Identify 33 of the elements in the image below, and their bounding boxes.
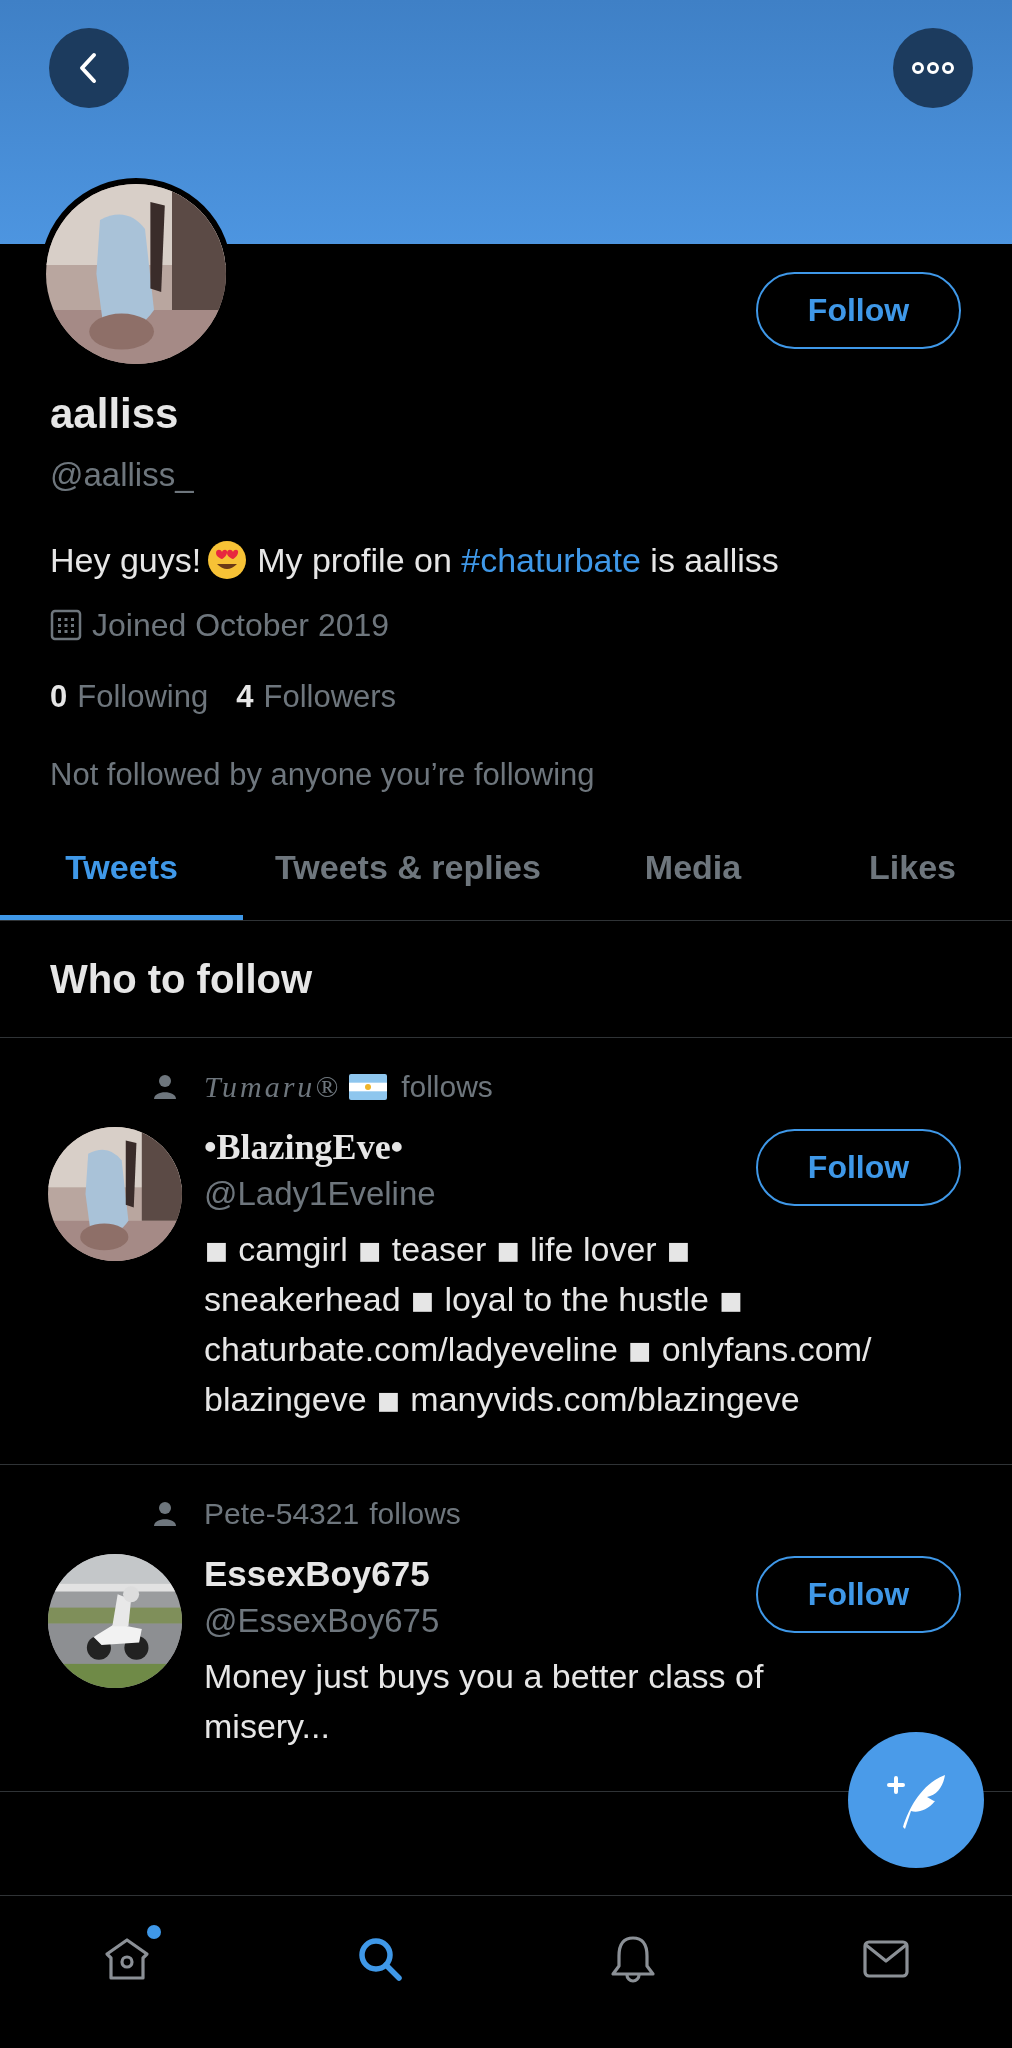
smiley-icon bbox=[207, 540, 248, 580]
followed-by-note: Not followed by anyone you’re following bbox=[50, 756, 596, 794]
profile-tab[interactable]: Tweets bbox=[0, 820, 243, 920]
profile-name: aalliss bbox=[50, 390, 180, 438]
follower-name[interactable]: Pete-54321 bbox=[204, 1497, 360, 1531]
user-name[interactable]: EssexBoy675 bbox=[204, 1552, 440, 1596]
profile-handle: @aalliss_ bbox=[50, 455, 195, 495]
follows-label: follows bbox=[401, 1070, 493, 1104]
profile-tab[interactable]: Likes bbox=[813, 820, 1012, 920]
calendar-icon bbox=[50, 609, 82, 641]
user-handle: @Lady1Eveline bbox=[204, 1174, 436, 1214]
user-name[interactable]: •BlazingEve• bbox=[204, 1125, 436, 1169]
follower-name[interactable]: Tumaru® bbox=[204, 1070, 342, 1104]
profile-tab[interactable]: Media bbox=[573, 820, 813, 920]
more-icon bbox=[911, 61, 955, 75]
follow-button[interactable]: Follow bbox=[756, 1556, 961, 1633]
profile-bio: Hey guys! My profile on #chaturbate is aalliss bbox=[50, 539, 780, 582]
following-label[interactable]: Following bbox=[77, 679, 209, 715]
following-count[interactable]: 0 bbox=[50, 679, 68, 715]
followers-label[interactable]: Followers bbox=[263, 679, 397, 715]
joined-date: Joined October 2019 bbox=[92, 606, 390, 644]
person-icon bbox=[154, 1075, 176, 1099]
profile-tab[interactable]: Tweets & replies bbox=[243, 820, 573, 920]
user-bio: Money just buys you a better class of misery... bbox=[204, 1656, 765, 1747]
person-icon bbox=[154, 1502, 176, 1526]
section-title: Who to follow bbox=[50, 956, 313, 1002]
follow-button[interactable]: Follow bbox=[756, 272, 961, 349]
user-handle: @EssexBoy675 bbox=[204, 1601, 440, 1641]
follow-button[interactable]: Follow bbox=[756, 1129, 961, 1206]
follows-label: follows bbox=[369, 1497, 461, 1531]
followers-count[interactable]: 4 bbox=[236, 679, 254, 715]
hashtag-link[interactable]: #chaturbate bbox=[461, 541, 641, 579]
user-bio: ◾ camgirl ◾ teaser ◾ life lover ◾ sneakerhead ◾ loyal to the hustle ◾ chaturbate.com/ladyeveline ◾ onlyfans.com/ blazingeve ◾ manyvids.com/blazingeve bbox=[204, 1229, 873, 1420]
